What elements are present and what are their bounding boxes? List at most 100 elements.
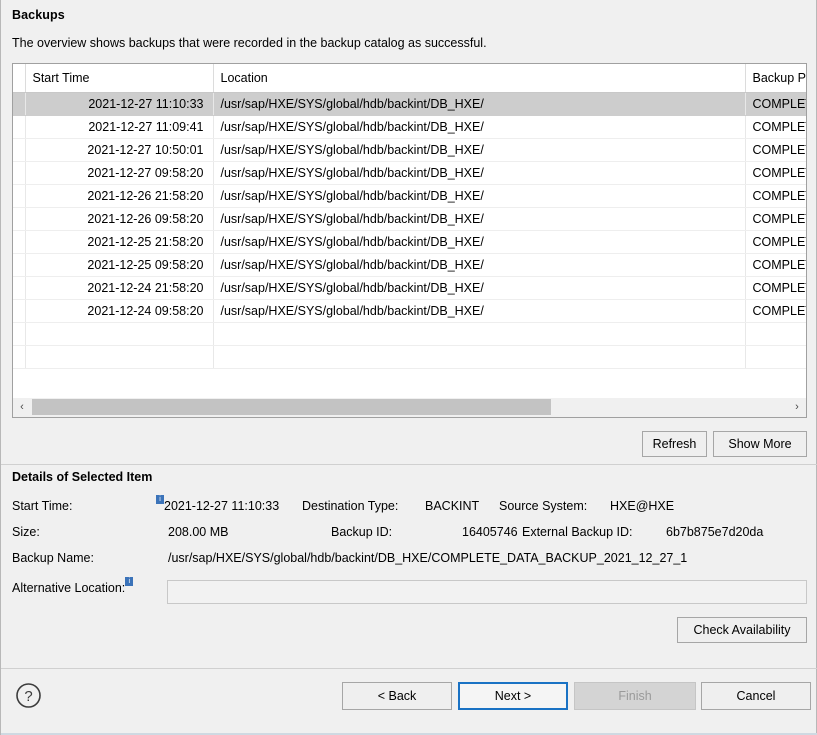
destination-type-label: Destination Type: xyxy=(302,499,399,513)
row-gutter-cell xyxy=(13,207,26,231)
cell-backup-prefix: COMPLET xyxy=(745,276,806,300)
row-gutter-cell xyxy=(13,115,26,139)
footer-separator xyxy=(1,668,817,669)
table-row[interactable]: 2021-12-27 09:58:20/usr/sap/HXE/SYS/glob… xyxy=(13,161,806,185)
cell-empty xyxy=(745,322,806,346)
cell-start-time: 2021-12-27 11:10:33 xyxy=(25,92,214,116)
start-time-value: 2021-12-27 11:10:33 xyxy=(164,499,280,514)
start-time-value-group: i 2021-12-27 11:10:33 xyxy=(156,495,280,514)
cell-start-time: 2021-12-26 21:58:20 xyxy=(25,184,214,208)
cell-empty xyxy=(13,345,26,369)
cell-backup-prefix: COMPLET xyxy=(745,230,806,254)
column-header-location[interactable]: Location xyxy=(213,64,746,93)
table-horizontal-scrollbar[interactable]: ‹ › xyxy=(12,398,807,418)
cell-backup-prefix: COMPLET xyxy=(745,253,806,277)
cell-location: /usr/sap/HXE/SYS/global/hdb/backint/DB_H… xyxy=(213,207,746,231)
row-gutter-cell xyxy=(13,92,26,116)
external-backup-id-value: 6b7b875e7d20da xyxy=(666,525,764,539)
table-row[interactable]: 2021-12-26 09:58:20/usr/sap/HXE/SYS/glob… xyxy=(13,207,806,231)
cell-empty xyxy=(25,345,214,369)
info-decorator-icon: i xyxy=(156,495,164,504)
column-header-gutter[interactable] xyxy=(13,64,26,93)
alternative-location-label-group: Alternative Location: i xyxy=(12,577,134,596)
cell-start-time: 2021-12-25 21:58:20 xyxy=(25,230,214,254)
next-button[interactable]: Next > xyxy=(458,682,568,710)
cell-start-time: 2021-12-24 09:58:20 xyxy=(25,299,214,323)
alternative-location-info-icon: i xyxy=(125,577,134,586)
cell-backup-prefix: COMPLET xyxy=(745,115,806,139)
row-gutter-cell xyxy=(13,276,26,300)
row-gutter-cell xyxy=(13,253,26,277)
cell-backup-prefix: COMPLET xyxy=(745,138,806,162)
table-row[interactable]: 2021-12-24 09:58:20/usr/sap/HXE/SYS/glob… xyxy=(13,299,806,323)
backup-wizard-dialog: Backups The overview shows backups that … xyxy=(0,0,817,735)
backup-id-value: 16405746 xyxy=(462,525,518,539)
cell-backup-prefix: COMPLET xyxy=(745,92,806,116)
column-header-start-time[interactable]: Start Time xyxy=(25,64,214,93)
cell-backup-prefix: COMPLET xyxy=(745,299,806,323)
backup-id-label: Backup ID: xyxy=(331,525,393,539)
scroll-right-arrow-icon[interactable]: › xyxy=(788,398,806,416)
row-gutter-cell xyxy=(13,138,26,162)
cell-start-time: 2021-12-25 09:58:20 xyxy=(25,253,214,277)
svg-text:?: ? xyxy=(24,688,32,705)
page-subtitle: The overview shows backups that were rec… xyxy=(12,36,487,50)
row-gutter-cell xyxy=(13,230,26,254)
cell-backup-prefix: COMPLET xyxy=(745,207,806,231)
cell-location: /usr/sap/HXE/SYS/global/hdb/backint/DB_H… xyxy=(213,299,746,323)
table-row[interactable]: 2021-12-25 21:58:20/usr/sap/HXE/SYS/glob… xyxy=(13,230,806,254)
check-availability-button[interactable]: Check Availability xyxy=(677,617,807,643)
refresh-button[interactable]: Refresh xyxy=(642,431,707,457)
alternative-location-input[interactable] xyxy=(167,580,807,604)
cell-empty xyxy=(213,345,746,369)
column-header-backup-prefix[interactable]: Backup Pr xyxy=(745,64,806,93)
table-row[interactable]: 2021-12-25 09:58:20/usr/sap/HXE/SYS/glob… xyxy=(13,253,806,277)
backups-table: Start Time Location Backup Pr 2021-12-27… xyxy=(13,64,806,369)
table-header-row: Start Time Location Backup Pr xyxy=(13,64,806,93)
scroll-left-arrow-icon[interactable]: ‹ xyxy=(13,398,31,416)
cell-start-time: 2021-12-27 09:58:20 xyxy=(25,161,214,185)
cancel-button[interactable]: Cancel xyxy=(701,682,811,710)
start-time-label: Start Time: xyxy=(12,499,73,513)
page-title: Backups xyxy=(12,8,65,22)
cell-empty xyxy=(13,322,26,346)
cell-start-time: 2021-12-27 10:50:01 xyxy=(25,138,214,162)
cell-backup-prefix: COMPLET xyxy=(745,184,806,208)
cell-empty xyxy=(745,345,806,369)
cell-location: /usr/sap/HXE/SYS/global/hdb/backint/DB_H… xyxy=(213,184,746,208)
cell-start-time: 2021-12-27 11:09:41 xyxy=(25,115,214,139)
back-button[interactable]: < Back xyxy=(342,682,452,710)
cell-location: /usr/sap/HXE/SYS/global/hdb/backint/DB_H… xyxy=(213,138,746,162)
cell-start-time: 2021-12-26 09:58:20 xyxy=(25,207,214,231)
size-label: Size: xyxy=(12,525,40,539)
show-more-button[interactable]: Show More xyxy=(713,431,807,457)
table-row-empty xyxy=(13,322,806,346)
row-gutter-cell xyxy=(13,299,26,323)
scrollbar-thumb[interactable] xyxy=(32,399,551,415)
row-gutter-cell xyxy=(13,184,26,208)
cell-location: /usr/sap/HXE/SYS/global/hdb/backint/DB_H… xyxy=(213,276,746,300)
details-separator xyxy=(1,464,817,465)
cell-location: /usr/sap/HXE/SYS/global/hdb/backint/DB_H… xyxy=(213,115,746,139)
table-row[interactable]: 2021-12-27 11:09:41/usr/sap/HXE/SYS/glob… xyxy=(13,115,806,139)
cell-empty xyxy=(25,322,214,346)
cell-backup-prefix: COMPLET xyxy=(745,161,806,185)
destination-type-value: BACKINT xyxy=(425,499,480,513)
table-row[interactable]: 2021-12-27 11:10:33/usr/sap/HXE/SYS/glob… xyxy=(13,92,806,116)
details-section-title: Details of Selected Item xyxy=(12,470,153,484)
help-icon[interactable]: ? xyxy=(15,682,42,709)
table-body: 2021-12-27 11:10:33/usr/sap/HXE/SYS/glob… xyxy=(13,92,806,369)
finish-button: Finish xyxy=(574,682,696,710)
backups-table-container[interactable]: Start Time Location Backup Pr 2021-12-27… xyxy=(12,63,807,418)
table-row[interactable]: 2021-12-26 21:58:20/usr/sap/HXE/SYS/glob… xyxy=(13,184,806,208)
cell-location: /usr/sap/HXE/SYS/global/hdb/backint/DB_H… xyxy=(213,230,746,254)
cell-location: /usr/sap/HXE/SYS/global/hdb/backint/DB_H… xyxy=(213,92,746,116)
alternative-location-label: Alternative Location: xyxy=(12,581,126,596)
table-row[interactable]: 2021-12-27 10:50:01/usr/sap/HXE/SYS/glob… xyxy=(13,138,806,162)
backup-name-label: Backup Name: xyxy=(12,551,94,565)
table-row[interactable]: 2021-12-24 21:58:20/usr/sap/HXE/SYS/glob… xyxy=(13,276,806,300)
cell-location: /usr/sap/HXE/SYS/global/hdb/backint/DB_H… xyxy=(213,161,746,185)
row-gutter-cell xyxy=(13,161,26,185)
source-system-value: HXE@HXE xyxy=(610,499,675,513)
table-row-empty xyxy=(13,345,806,369)
